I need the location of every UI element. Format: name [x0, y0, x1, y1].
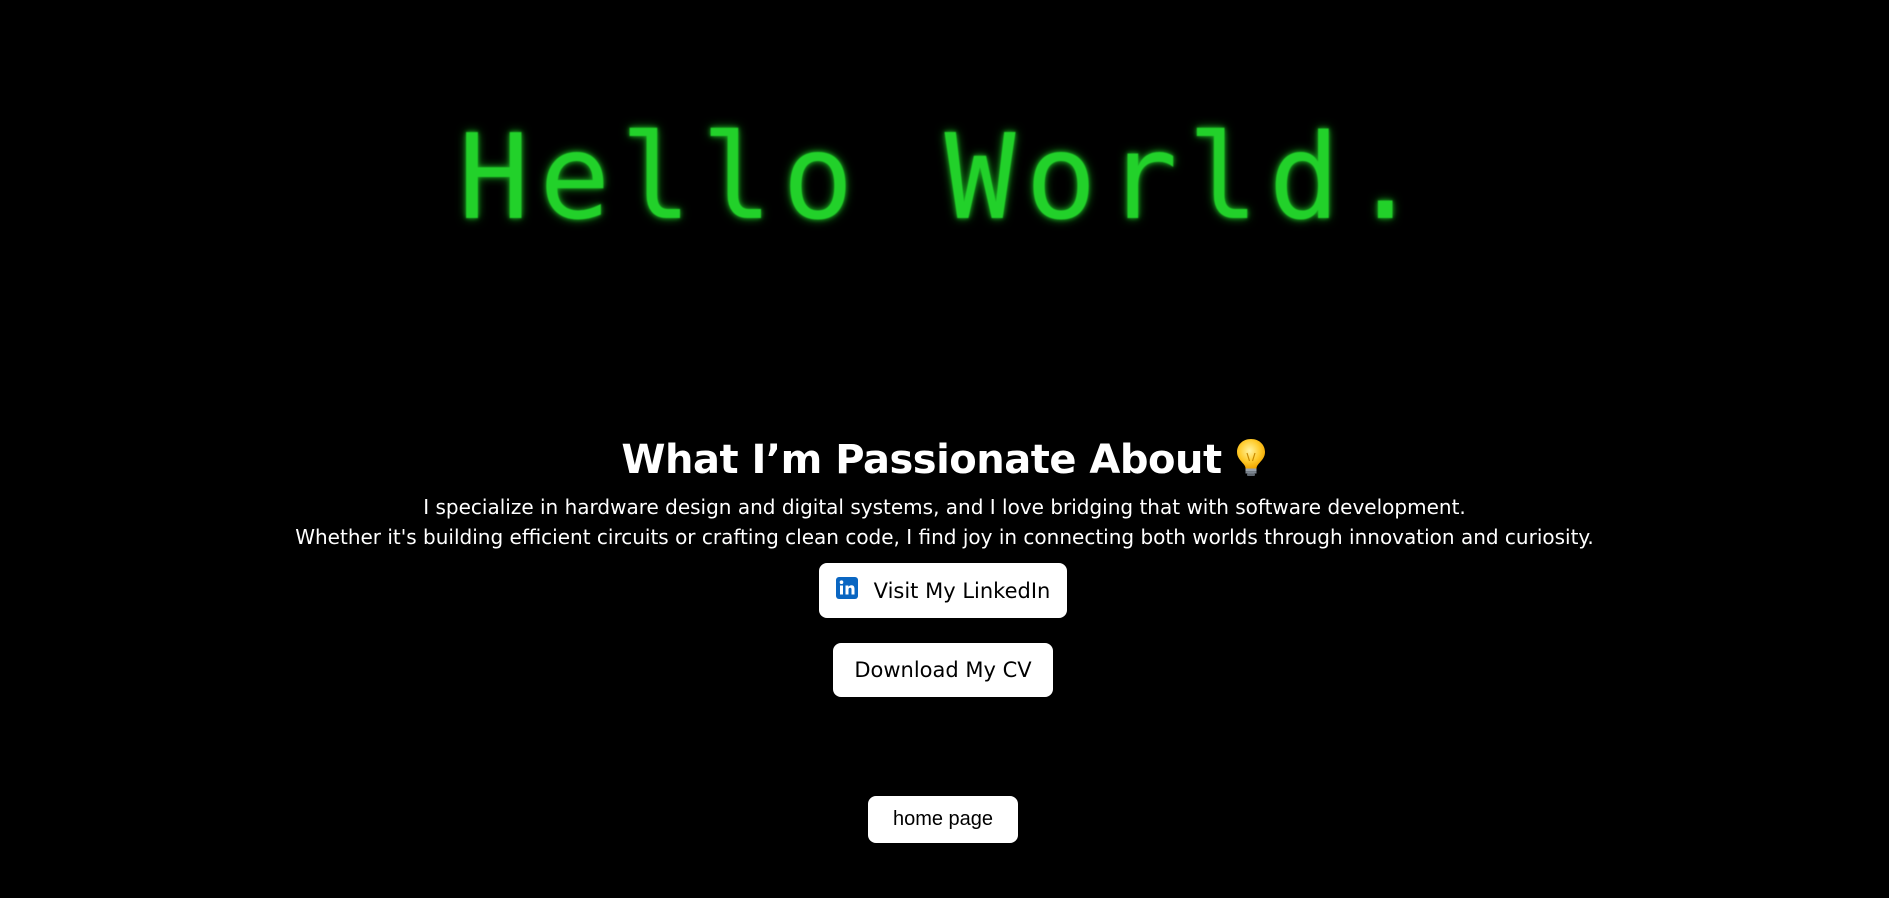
section-title: What I’m Passionate About: [0, 432, 1889, 492]
linkedin-icon: [835, 576, 858, 599]
lightbulb-icon: [1234, 436, 1268, 492]
cv-button-label: Download My CV: [854, 658, 1032, 682]
home-page-button[interactable]: home page: [868, 796, 1018, 843]
download-cv-button[interactable]: Download My CV: [833, 643, 1053, 697]
description-line-1: I specialize in hardware design and digi…: [423, 495, 1466, 519]
hero-title: Hello World.: [458, 108, 1431, 246]
visit-linkedin-button[interactable]: Visit My LinkedIn: [819, 563, 1067, 618]
about-section: What I’m Passionate About I specialize i…: [0, 432, 1889, 552]
linkedin-button-label: Visit My LinkedIn: [873, 578, 1051, 603]
home-button-label: home page: [892, 808, 994, 830]
section-title-text: What I’m Passionate About: [621, 437, 1222, 483]
description-line-2: Whether it's building efficient circuits…: [295, 525, 1594, 549]
hero-section: Hello World.: [0, 0, 1889, 330]
